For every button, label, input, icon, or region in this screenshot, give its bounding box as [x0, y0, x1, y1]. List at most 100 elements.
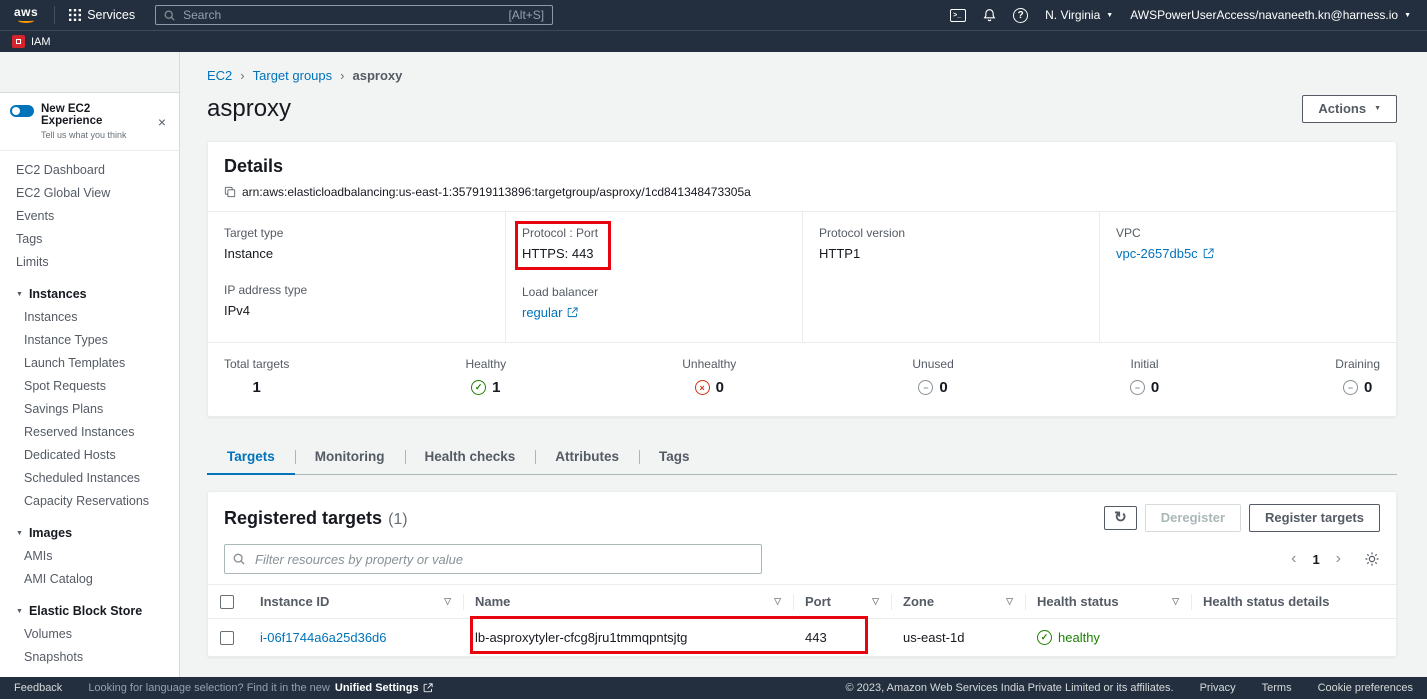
region-selector[interactable]: N. Virginia ▼ — [1045, 8, 1113, 22]
sidebar-section-instances[interactable]: ▼ Instances — [0, 274, 179, 306]
sort-icon[interactable]: ▽ — [444, 596, 451, 607]
tab-targets[interactable]: Targets — [207, 439, 295, 474]
sidebar-section-images[interactable]: ▼ Images — [0, 513, 179, 545]
chevron-down-icon: ▼ — [1106, 12, 1113, 19]
sidebar-item-savings-plans[interactable]: Savings Plans — [0, 398, 179, 421]
sidebar-item-reserved-instances[interactable]: Reserved Instances — [0, 421, 179, 444]
column-header-name[interactable]: Name▽ — [463, 585, 793, 619]
help-button[interactable]: ? — [1013, 8, 1028, 23]
next-page-button[interactable]: › — [1329, 550, 1348, 568]
register-targets-button[interactable]: Register targets — [1249, 504, 1380, 532]
sidebar-item-ec2-dashboard[interactable]: EC2 Dashboard — [0, 159, 179, 182]
aws-logo[interactable]: aws — [14, 7, 38, 23]
health-status-details-cell — [1191, 619, 1396, 656]
instance-id-link[interactable]: i-06f1744a6a25d36d6 — [260, 630, 387, 645]
vpc-link[interactable]: vpc-2657db5c — [1116, 246, 1198, 261]
cookie-preferences-link[interactable]: Cookie preferences — [1318, 682, 1413, 694]
sidebar-item-tags[interactable]: Tags — [0, 228, 179, 251]
new-experience-title: New EC2 Experience — [41, 103, 146, 127]
column-header-health-status[interactable]: Health status▽ — [1025, 585, 1191, 619]
sidebar-section-elastic-block-store[interactable]: ▼ Elastic Block Store — [0, 591, 179, 623]
field-label: Target type — [224, 226, 489, 240]
field-label: Protocol version — [819, 226, 1083, 240]
details-panel: Details arn:aws:elasticloadbalancing:us-… — [207, 141, 1397, 417]
ip-address-type-value: IPv4 — [224, 303, 489, 318]
copyright-text: © 2023, Amazon Web Services India Privat… — [846, 682, 1174, 694]
top-navigation-bar: aws Services [Alt+S] >_ ? N. Virginia ▼ … — [0, 0, 1427, 30]
sidebar-item-scheduled-instances[interactable]: Scheduled Instances — [0, 467, 179, 490]
stat-label: Initial — [1130, 357, 1159, 371]
sidebar-item-volumes[interactable]: Volumes — [0, 623, 179, 646]
unhealthy-count: 0 — [716, 379, 724, 396]
privacy-link[interactable]: Privacy — [1200, 682, 1236, 694]
column-header-zone[interactable]: Zone▽ — [891, 585, 1025, 619]
sidebar-item-ami-catalog[interactable]: AMI Catalog — [0, 568, 179, 591]
row-checkbox[interactable] — [220, 631, 234, 645]
stat-label: Unused — [912, 357, 953, 371]
previous-page-button[interactable]: ‹ — [1284, 550, 1303, 568]
notifications-button[interactable] — [983, 8, 996, 22]
sidebar-item-amis[interactable]: AMIs — [0, 545, 179, 568]
health-status-value: healthy — [1058, 630, 1100, 645]
sort-icon[interactable]: ▽ — [1172, 596, 1179, 607]
field-label: Load balancer — [522, 285, 786, 299]
services-menu[interactable]: Services — [63, 8, 141, 22]
stat-label: Healthy — [465, 357, 506, 371]
chevron-down-icon: ▼ — [1374, 101, 1381, 117]
search-icon — [164, 10, 175, 21]
unified-settings-link[interactable]: Unified Settings — [335, 682, 433, 694]
table-settings-button[interactable] — [1364, 551, 1380, 567]
pagination: ‹ 1 › — [1284, 550, 1380, 568]
global-search[interactable]: [Alt+S] — [155, 5, 553, 25]
current-page-number[interactable]: 1 — [1305, 552, 1326, 567]
tab-attributes[interactable]: Attributes — [535, 439, 639, 474]
sidebar-item-instance-types[interactable]: Instance Types — [0, 329, 179, 352]
sidebar-item-snapshots[interactable]: Snapshots — [0, 646, 179, 669]
search-input[interactable] — [181, 7, 502, 23]
sort-icon[interactable]: ▽ — [1006, 596, 1013, 607]
sidebar-item-capacity-reservations[interactable]: Capacity Reservations — [0, 490, 179, 513]
refresh-button[interactable]: ↻ — [1104, 506, 1137, 530]
terms-link[interactable]: Terms — [1262, 682, 1292, 694]
external-link-icon — [423, 683, 433, 693]
sidebar-item-ec2-global-view[interactable]: EC2 Global View — [0, 182, 179, 205]
services-grid-icon — [69, 9, 81, 21]
sidebar-item-instances[interactable]: Instances — [0, 306, 179, 329]
column-header-instance-id[interactable]: Instance ID▽ — [248, 585, 463, 619]
tab-health-checks[interactable]: Health checks — [405, 439, 536, 474]
tab-tags[interactable]: Tags — [639, 439, 710, 474]
protocol-version-value: HTTP1 — [819, 246, 1083, 261]
breadcrumb-target-groups[interactable]: Target groups — [253, 68, 333, 83]
actions-button[interactable]: Actions ▼ — [1302, 95, 1397, 123]
load-balancer-link[interactable]: regular — [522, 305, 562, 320]
sort-icon[interactable]: ▽ — [872, 596, 879, 607]
filter-resources-input[interactable] — [224, 544, 762, 574]
feedback-link[interactable]: Feedback — [14, 682, 62, 694]
target-health-summary: Total targets 1 Healthy ✓ 1 Unhealthy × … — [208, 342, 1396, 416]
sidebar-item-limits[interactable]: Limits — [0, 251, 179, 274]
actions-button-label: Actions — [1318, 101, 1366, 117]
deregister-button[interactable]: Deregister — [1145, 504, 1241, 532]
select-all-checkbox[interactable] — [220, 595, 234, 609]
registered-targets-panel: Registered targets (1) ↻ Deregister Regi… — [207, 491, 1397, 657]
sidebar-section-label: Elastic Block Store — [29, 604, 142, 618]
breadcrumb-ec2[interactable]: EC2 — [207, 68, 232, 83]
copy-icon[interactable] — [224, 186, 236, 198]
target-zone-cell: us-east-1d — [891, 619, 1025, 656]
sidebar-item-events[interactable]: Events — [0, 205, 179, 228]
sidebar-item-spot-requests[interactable]: Spot Requests — [0, 375, 179, 398]
new-experience-toggle[interactable] — [10, 105, 34, 117]
language-selection-note: Looking for language selection? Find it … — [88, 682, 432, 694]
close-icon[interactable]: × — [153, 114, 171, 130]
sidebar-item-launch-templates[interactable]: Launch Templates — [0, 352, 179, 375]
account-menu[interactable]: AWSPowerUserAccess/navaneeth.kn@harness.… — [1130, 8, 1411, 22]
tab-monitoring[interactable]: Monitoring — [295, 439, 405, 474]
draining-status-icon: − — [1343, 380, 1358, 395]
column-header-health-status-details[interactable]: Health status details — [1191, 585, 1396, 619]
sidebar-item-dedicated-hosts[interactable]: Dedicated Hosts — [0, 444, 179, 467]
column-header-port[interactable]: Port▽ — [793, 585, 891, 619]
cloudshell-button[interactable]: >_ — [950, 9, 966, 22]
iam-service-link[interactable]: IAM — [31, 36, 51, 48]
sort-icon[interactable]: ▽ — [774, 596, 781, 607]
new-experience-subtitle[interactable]: Tell us what you think — [41, 130, 146, 140]
